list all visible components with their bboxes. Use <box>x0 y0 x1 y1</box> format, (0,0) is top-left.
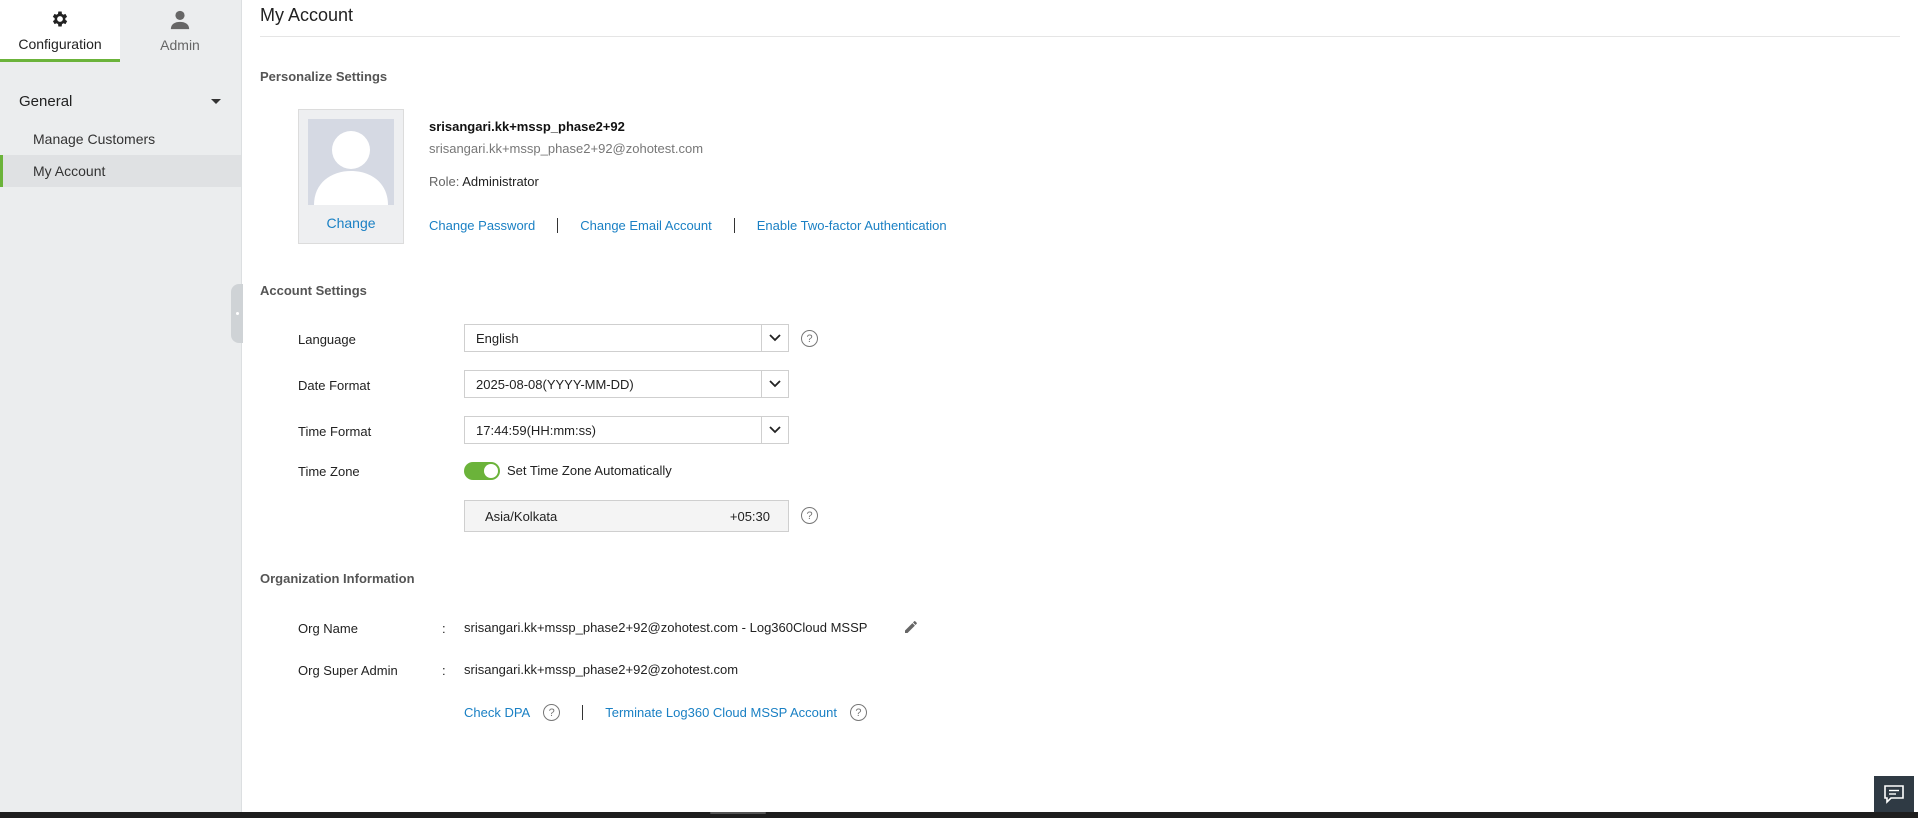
change-avatar-link[interactable]: Change <box>299 215 403 231</box>
app-root: Configuration Admin General Manage Custo… <box>0 0 1918 818</box>
time-zone-help-icon[interactable]: ? <box>801 507 818 524</box>
account-links: Change Password Change Email Account Ena… <box>429 218 947 233</box>
bottom-bar <box>0 812 1918 818</box>
time-format-label: Time Format <box>298 424 372 439</box>
gear-icon <box>49 8 71 30</box>
time-zone-name: Asia/Kolkata <box>485 508 558 524</box>
chat-icon <box>1884 785 1904 804</box>
chevron-down-icon <box>761 325 788 351</box>
enable-two-factor-link[interactable]: Enable Two-factor Authentication <box>757 218 947 233</box>
section-title-personalize: Personalize Settings <box>260 69 388 84</box>
time-zone-display: Asia/Kolkata +05:30 <box>464 500 789 532</box>
toggle-knob <box>484 464 498 478</box>
sidebar-group-label: General <box>19 92 73 110</box>
bottom-bar-handle <box>710 812 766 814</box>
auto-time-zone-toggle[interactable] <box>464 462 500 480</box>
org-super-admin-value: srisangari.kk+mssp_phase2+92@zohotest.co… <box>464 662 739 677</box>
date-format-label: Date Format <box>298 378 371 393</box>
language-value: English <box>476 330 519 346</box>
chevron-down-icon <box>761 371 788 397</box>
sidebar-item-label: My Account <box>33 163 106 179</box>
org-links: Check DPA ? Terminate Log360 Cloud MSSP … <box>464 704 867 721</box>
terminate-account-link[interactable]: Terminate Log360 Cloud MSSP Account <box>605 705 837 720</box>
avatar <box>308 119 394 205</box>
check-dpa-link[interactable]: Check DPA <box>464 705 530 720</box>
tab-admin[interactable]: Admin <box>120 0 240 62</box>
language-help-icon[interactable]: ? <box>801 330 818 347</box>
role-value: Administrator <box>462 174 539 189</box>
sidebar-item-my-account[interactable]: My Account <box>0 155 241 187</box>
section-title-account: Account Settings <box>260 283 367 298</box>
time-format-select[interactable]: 17:44:59(HH:mm:ss) <box>464 416 789 444</box>
org-name-colon: : <box>442 621 446 636</box>
sidebar: Configuration Admin General Manage Custo… <box>0 0 242 812</box>
language-select[interactable]: English <box>464 324 789 352</box>
org-name-label: Org Name <box>298 621 358 636</box>
user-email: srisangari.kk+mssp_phase2+92@zohotest.co… <box>429 141 704 156</box>
top-nav: Configuration Admin <box>0 0 241 62</box>
user-name: srisangari.kk+mssp_phase2+92 <box>429 119 625 134</box>
chat-button[interactable] <box>1874 776 1914 812</box>
avatar-placeholder-icon <box>308 119 394 205</box>
tab-configuration-label: Configuration <box>18 35 102 52</box>
main-content: My Account Personalize Settings Change s… <box>242 0 1918 812</box>
date-format-value: 2025-08-08(YYYY-MM-DD) <box>476 376 634 392</box>
title-divider <box>260 36 1900 37</box>
language-label: Language <box>298 332 356 347</box>
link-separator <box>582 705 584 720</box>
user-icon <box>169 9 191 31</box>
change-password-link[interactable]: Change Password <box>429 218 535 233</box>
link-separator <box>557 218 559 233</box>
auto-time-zone-label: Set Time Zone Automatically <box>507 463 672 478</box>
org-name-value: srisangari.kk+mssp_phase2+92@zohotest.co… <box>464 620 868 635</box>
sidebar-item-label: Manage Customers <box>33 131 156 147</box>
chevron-down-icon <box>761 417 788 443</box>
sidebar-group-general[interactable]: General <box>0 88 241 114</box>
tab-configuration[interactable]: Configuration <box>0 0 120 62</box>
time-zone-offset: +05:30 <box>729 508 770 524</box>
org-super-admin-colon: : <box>442 663 446 678</box>
user-role: Role: Administrator <box>429 174 539 189</box>
avatar-panel: Change <box>298 109 404 244</box>
page-title: My Account <box>260 5 354 25</box>
change-email-link[interactable]: Change Email Account <box>580 218 712 233</box>
pencil-icon[interactable] <box>903 619 919 635</box>
caret-down-icon <box>211 98 221 104</box>
check-dpa-help-icon[interactable]: ? <box>543 704 561 721</box>
handle-dot-icon <box>235 312 239 315</box>
link-separator <box>733 218 735 233</box>
date-format-select[interactable]: 2025-08-08(YYYY-MM-DD) <box>464 370 789 398</box>
terminate-help-icon[interactable]: ? <box>849 704 867 721</box>
role-label: Role: <box>429 174 460 189</box>
time-zone-label: Time Zone <box>298 464 360 479</box>
time-format-value: 17:44:59(HH:mm:ss) <box>476 422 596 438</box>
section-title-organization: Organization Information <box>260 571 415 586</box>
tab-admin-label: Admin <box>160 37 200 53</box>
sidebar-item-manage-customers[interactable]: Manage Customers <box>0 123 241 155</box>
org-super-admin-label: Org Super Admin <box>298 663 398 678</box>
